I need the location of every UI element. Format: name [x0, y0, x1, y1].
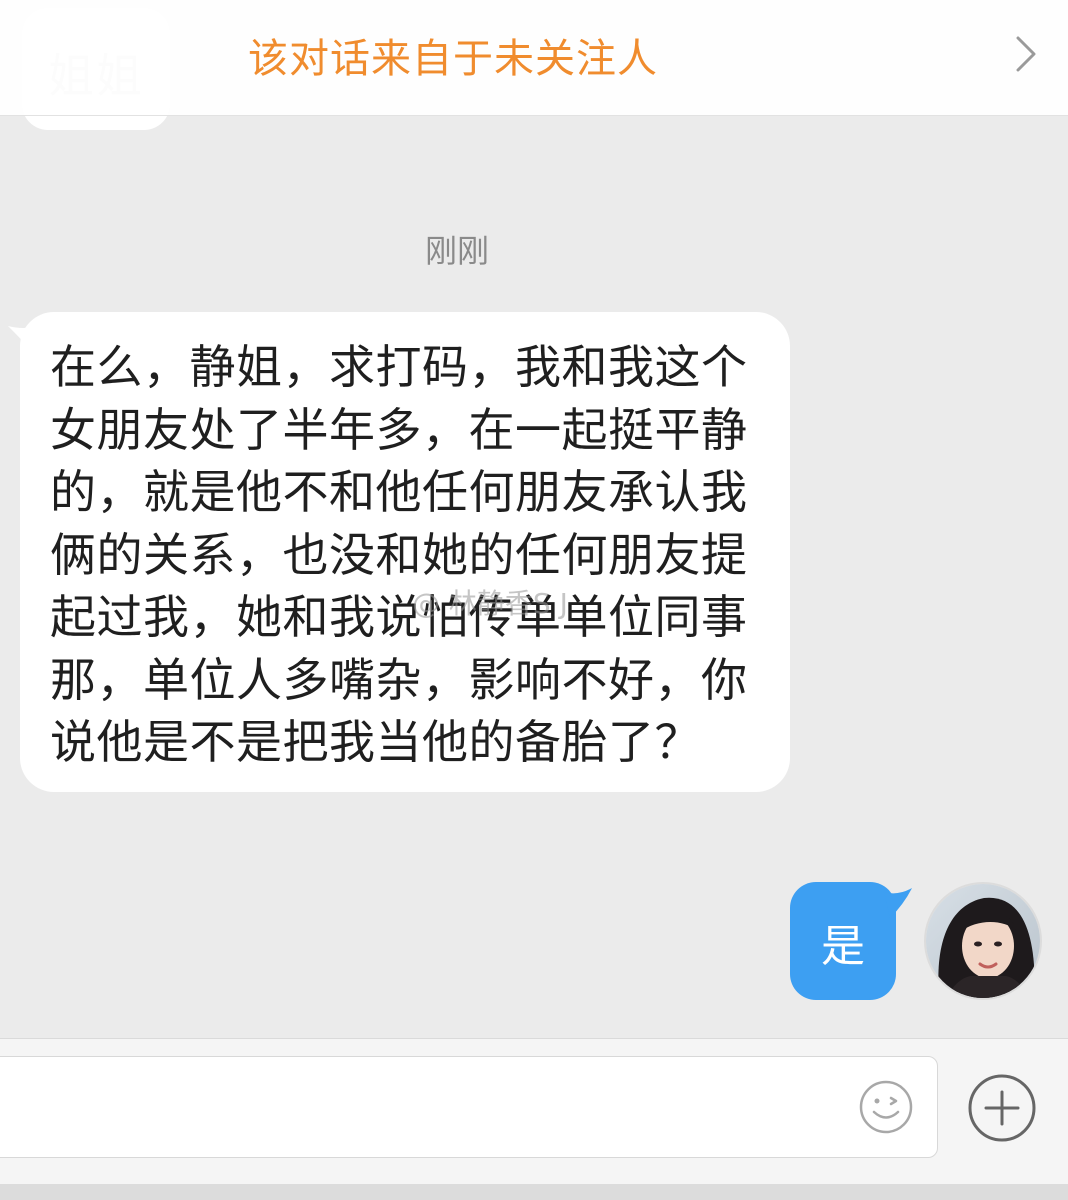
- smiley-icon[interactable]: [858, 1079, 914, 1135]
- message-line: 在么，静姐，求打码，我和我这个: [50, 340, 748, 394]
- bottom-strip: [0, 1184, 1068, 1200]
- avatar-portrait: [926, 884, 1040, 998]
- incoming-message-text: 在么，静姐，求打码，我和我这个 女朋友处了半年多，在一起挺平静 的，就是他不和他…: [50, 336, 766, 774]
- stranger-notice-banner[interactable]: 该对话来自于未关注人: [0, 0, 1068, 116]
- outgoing-message-text: 是: [821, 921, 865, 972]
- message-line: 那，单位人多嘴杂，影响不好，你: [50, 652, 748, 707]
- message-line: 起过我，她和我说怕传单单位同事: [50, 590, 748, 644]
- message-line: 俩的关系，也没和她的任何朋友提: [50, 527, 748, 582]
- banner-text: 该对话来自于未关注人: [248, 36, 658, 82]
- message-line: 说他是不是把我当他的备胎了？: [50, 715, 701, 769]
- avatar[interactable]: [924, 882, 1042, 1000]
- message-input[interactable]: [0, 1056, 938, 1158]
- plus-circle-icon[interactable]: [966, 1072, 1038, 1144]
- message-line: 的，就是他不和他任何朋友承认我: [50, 465, 748, 519]
- message-timestamp: 刚刚: [424, 232, 489, 270]
- watermark: @ 林静香S J: [412, 587, 568, 620]
- chevron-right-icon[interactable]: [1010, 34, 1040, 74]
- chat-screen: 姐姐 该对话来自于未关注人 刚刚 在么，静姐，求打码，我和我这个 女朋友处了半年…: [0, 0, 1068, 1200]
- message-line: 女朋友处了半年多，在一起挺平静: [50, 402, 748, 457]
